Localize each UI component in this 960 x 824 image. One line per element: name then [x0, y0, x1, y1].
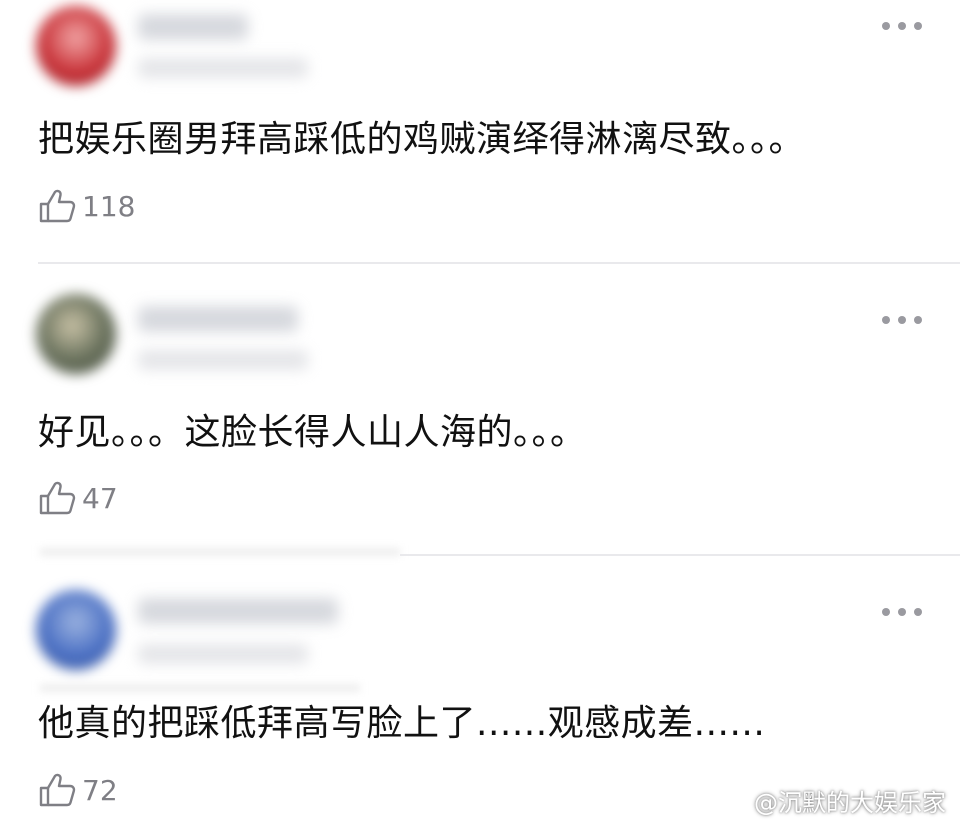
more-options-icon[interactable]	[882, 20, 922, 32]
timestamp-blurred	[138, 58, 308, 78]
thumbs-up-icon	[39, 481, 76, 515]
divider-blurred	[40, 548, 400, 556]
comment-text: 他真的把踩低拜高写脸上了......观感成差......	[38, 703, 766, 744]
like-button[interactable]: 47	[38, 480, 118, 516]
more-options-icon[interactable]	[882, 606, 922, 618]
watermark: @沉默的大娱乐家	[712, 783, 946, 818]
comment-item-2: 好见。。。这脸长得人山人海的。。。 47	[0, 264, 960, 554]
like-count: 72	[82, 773, 118, 807]
timestamp-blurred	[138, 350, 308, 370]
timestamp-blurred	[138, 644, 308, 664]
avatar[interactable]	[36, 590, 116, 670]
like-button[interactable]: 118	[38, 188, 135, 224]
like-count: 118	[82, 189, 136, 223]
divider-blurred	[40, 684, 360, 692]
like-count: 47	[82, 481, 118, 515]
username-blurred[interactable]	[138, 598, 338, 624]
like-button[interactable]: 72	[38, 772, 118, 808]
more-options-icon[interactable]	[882, 314, 922, 326]
avatar[interactable]	[36, 294, 116, 374]
comment-text: 好见。。。这脸长得人山人海的。。。	[38, 412, 587, 453]
username-blurred[interactable]	[138, 14, 248, 40]
username-blurred[interactable]	[138, 306, 298, 332]
avatar[interactable]	[36, 6, 116, 86]
weibo-logo-icon	[712, 788, 749, 815]
comment-item-1: 把娱乐圈男拜高踩低的鸡贼演绎得淋漓尽致。。。 118	[0, 0, 960, 264]
thumbs-up-icon	[39, 773, 76, 807]
watermark-text: @沉默的大娱乐家	[754, 789, 946, 817]
comment-list-page: 把娱乐圈男拜高踩低的鸡贼演绎得淋漓尽致。。。 118 好见。。。这脸长得人山人海…	[0, 0, 960, 824]
thumbs-up-icon	[39, 189, 76, 223]
comment-text: 把娱乐圈男拜高踩低的鸡贼演绎得淋漓尽致。。。	[38, 119, 806, 160]
